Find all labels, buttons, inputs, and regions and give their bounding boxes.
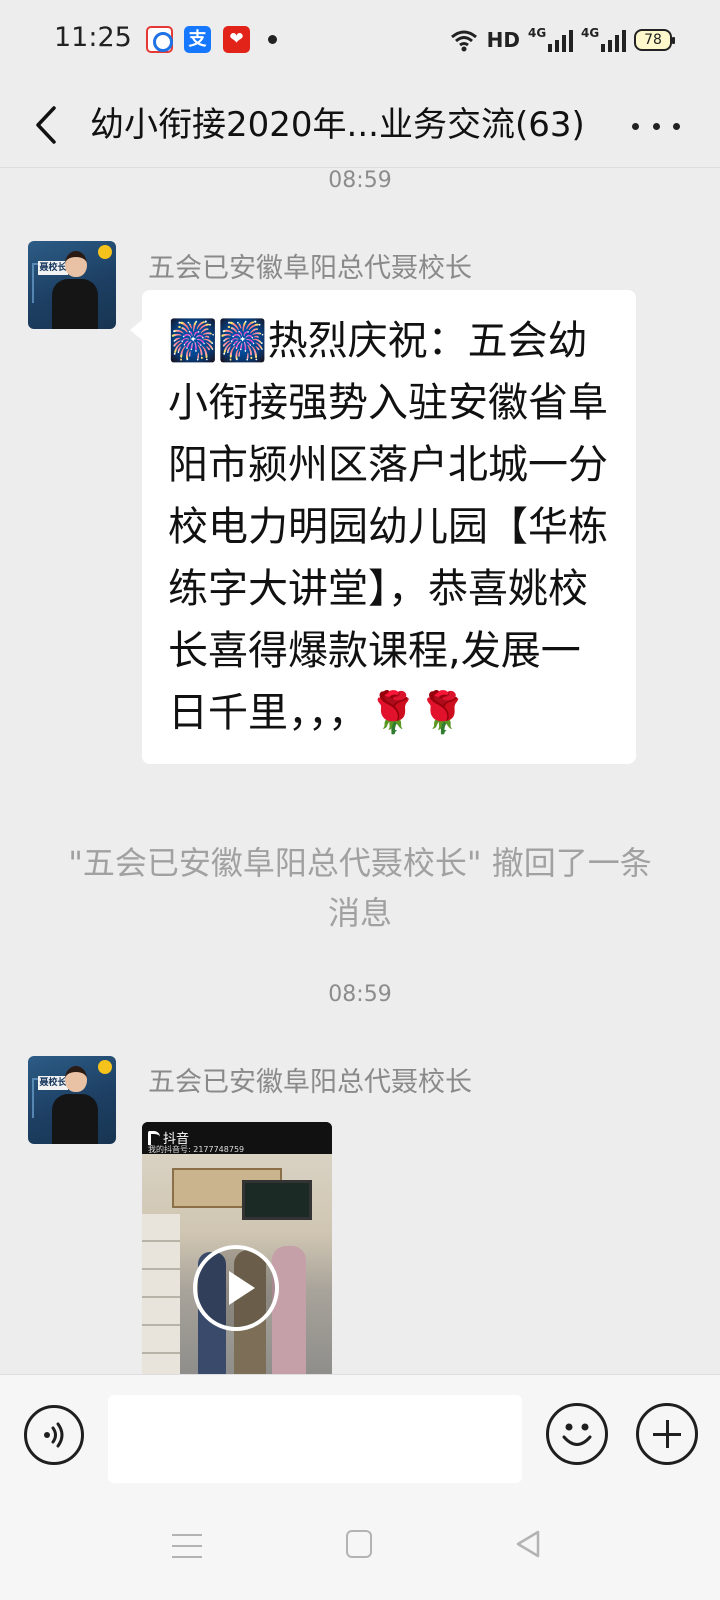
message-bubble[interactable]: 🎆🎆热烈庆祝：五会幼小衔接强势入驻安徽省阜阳市颍州区落户北城一分校电力明园幼儿园…	[130, 290, 636, 764]
message-timestamp: 08:59	[328, 168, 392, 193]
more-dot-icon	[632, 122, 639, 130]
douyin-note-icon	[148, 1130, 160, 1145]
chat-message-list[interactable]: 08:59 聂校长 五会已安徽阜阳总代聂校长 🎆🎆热烈庆祝：五会幼小衔接强势入驻…	[0, 168, 720, 1374]
status-time: 11:25	[54, 22, 132, 53]
signal-2-label: 4G	[581, 26, 600, 40]
avatar-caption: 聂校长	[38, 1076, 68, 1090]
browser-app-icon	[146, 26, 173, 53]
avatar[interactable]: 聂校长	[28, 1056, 116, 1144]
signal-1-label: 4G	[528, 26, 547, 40]
system-navigation-bar	[0, 1484, 720, 1600]
chat-header: 幼小衔接2020年...业务交流(63)	[0, 80, 720, 168]
signal-icon-1: 4G	[528, 26, 573, 52]
pinduoduo-icon: ❤	[223, 26, 250, 53]
play-icon[interactable]	[193, 1245, 279, 1331]
sender-name[interactable]: 五会已安徽阜阳总代聂校长	[148, 246, 472, 285]
message-text: 🎆🎆热烈庆祝：五会幼小衔接强势入驻安徽省阜阳市颍州区落户北城一分校电力明园幼儿园…	[168, 318, 608, 736]
battery-icon: 78	[634, 29, 675, 51]
message-timestamp: 08:59	[328, 982, 392, 1007]
recent-apps-icon[interactable]	[172, 1534, 202, 1558]
chat-title: 幼小衔接2020年...业务交流(63)	[90, 105, 585, 145]
back-button[interactable]	[26, 100, 76, 150]
smiley-icon	[562, 1423, 592, 1446]
video-message[interactable]: 抖音 我的抖音号: 2177748759	[142, 1122, 332, 1374]
sender-name[interactable]: 五会已安徽阜阳总代聂校长	[148, 1060, 472, 1099]
more-functions-button[interactable]	[636, 1403, 698, 1465]
alipay-icon: 支	[184, 26, 211, 53]
hd-label: HD	[486, 28, 520, 52]
emoji-button[interactable]	[546, 1403, 608, 1465]
chevron-left-icon	[36, 106, 56, 144]
avatar-badge-icon	[98, 1060, 112, 1074]
voice-icon	[44, 1422, 64, 1448]
avatar[interactable]: 聂校长	[28, 241, 116, 329]
back-nav-icon[interactable]	[512, 1528, 544, 1560]
chat-input-bar	[0, 1374, 720, 1484]
wifi-icon	[450, 30, 477, 52]
more-dot-icon	[673, 122, 680, 130]
message-input[interactable]	[108, 1395, 522, 1483]
system-status-icons: HD 4G 4G 78	[449, 22, 675, 58]
recall-notice: "五会已安徽阜阳总代聂校长" 撤回了一条消息	[68, 844, 652, 932]
status-bar: 11:25 支 ❤ HD 4G 4G 78	[0, 0, 720, 80]
voice-input-button[interactable]	[24, 1405, 84, 1465]
avatar-badge-icon	[98, 245, 112, 259]
more-notifications-dot-icon	[268, 35, 277, 44]
home-icon[interactable]	[346, 1530, 372, 1558]
triangle-back-icon	[516, 1530, 540, 1558]
signal-icon-2: 4G	[581, 26, 626, 52]
avatar-caption: 聂校长	[38, 261, 68, 275]
more-dot-icon	[652, 122, 660, 130]
video-header: 抖音 我的抖音号: 2177748759	[142, 1122, 332, 1154]
more-options-button[interactable]	[632, 106, 680, 146]
